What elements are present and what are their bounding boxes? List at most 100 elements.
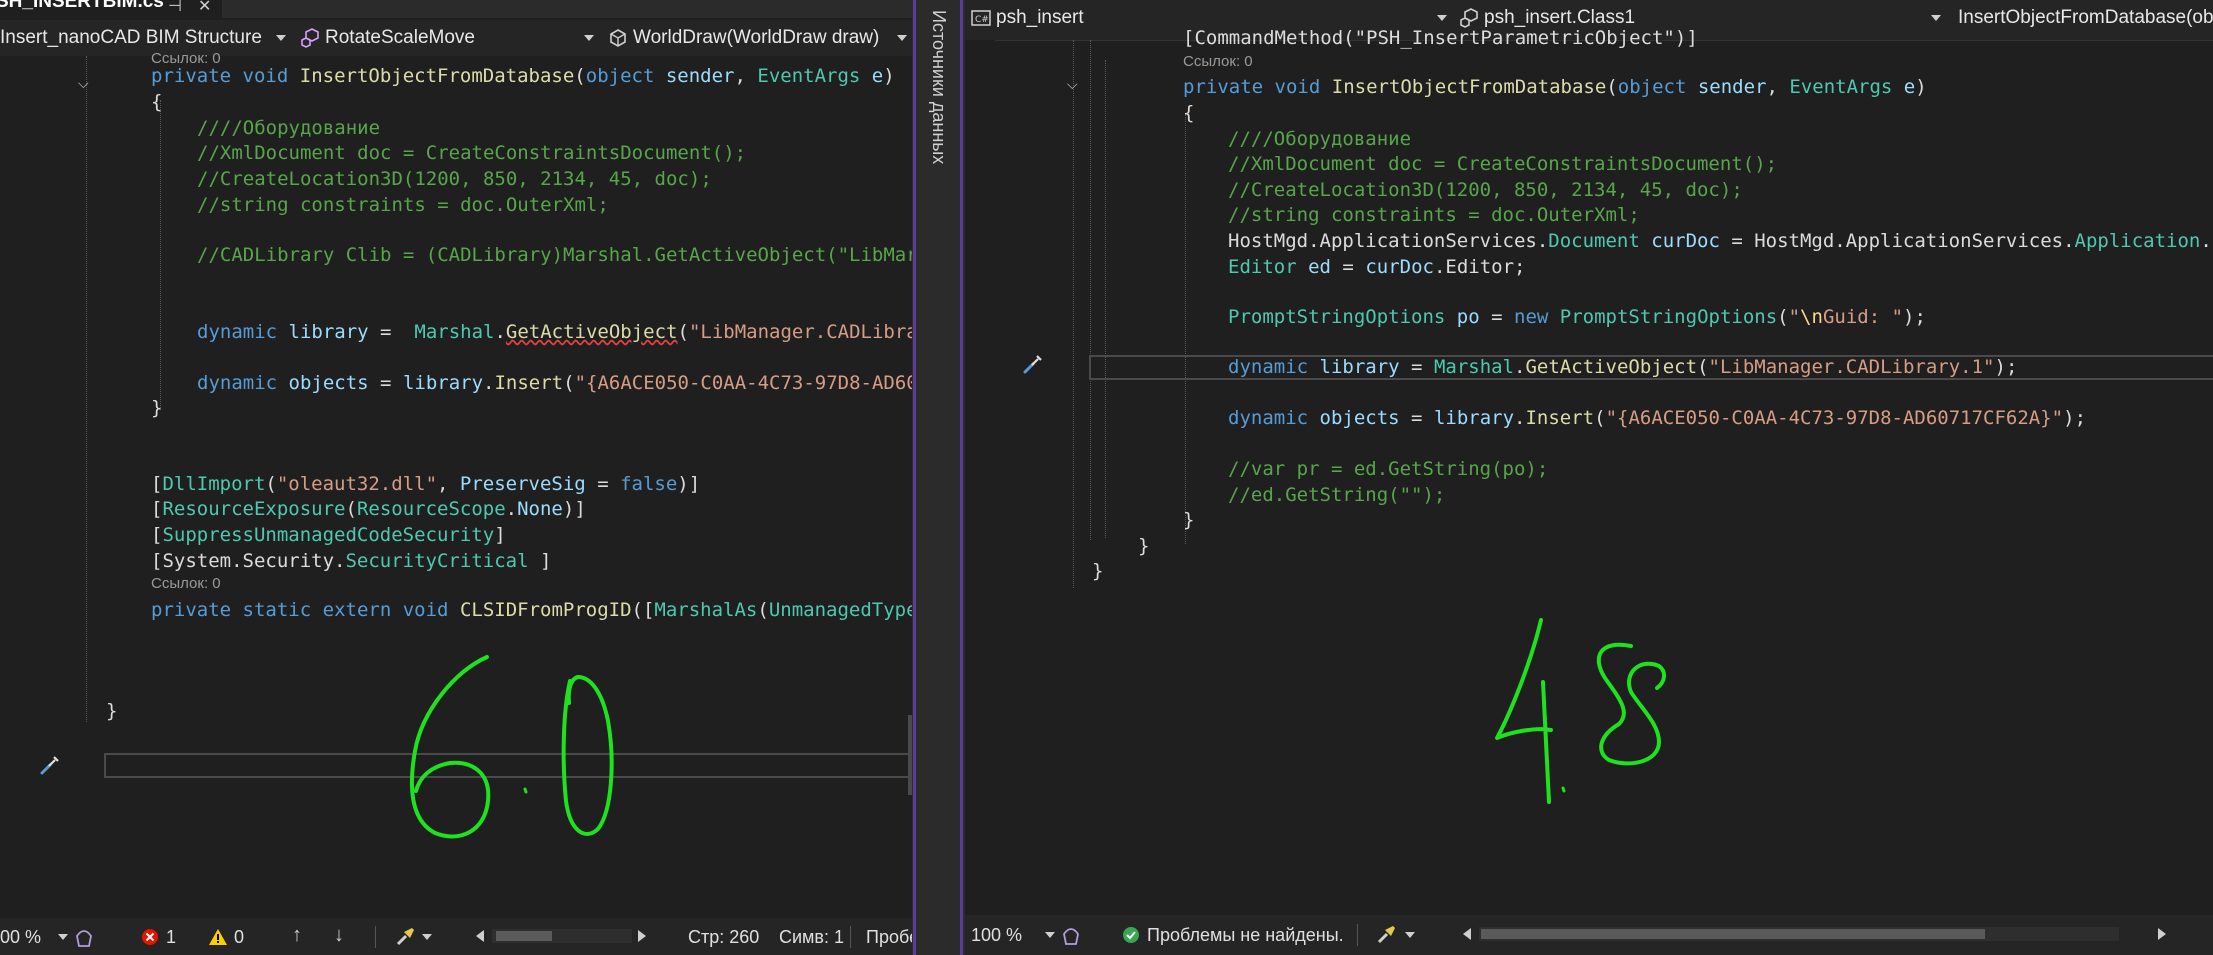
- code-line-editor: Editor ed = curDoc.Editor;: [1228, 256, 1526, 278]
- code-line-brace: }: [1092, 560, 1104, 582]
- splitter-border: [960, 0, 963, 955]
- editor-status-bar-left: 00 % 1 0 ↑ ↓ Стр: 260 Симв: 1 Пробе: [0, 918, 912, 955]
- code-line-document: HostMgd.ApplicationServices.Document cur…: [1228, 230, 2213, 252]
- cursor-column[interactable]: Симв: 1: [779, 927, 844, 948]
- member-dropdown-right[interactable]: InsertObjectFromDatabase(obj: [1953, 4, 2213, 32]
- problems-status[interactable]: Пробе: [866, 927, 912, 948]
- class-dropdown[interactable]: RotateScaleMove: [300, 24, 600, 52]
- code-line-comment: ////Оборудование: [197, 117, 381, 139]
- pin-tab-icon[interactable]: ⊣: [168, 0, 182, 16]
- scroll-right-icon[interactable]: [638, 930, 646, 942]
- code-line-dynamic-library: dynamic library = Marshal.GetActiveObjec…: [197, 321, 912, 343]
- chevron-down-icon: [1437, 15, 1447, 21]
- problems-status[interactable]: Проблемы не найдены.: [1147, 925, 1344, 946]
- cursor-line[interactable]: Стр: 260: [688, 927, 759, 948]
- scroll-left-icon[interactable]: [1463, 928, 1471, 940]
- code-line-brace: {: [151, 91, 163, 113]
- quick-actions-screwdriver-icon[interactable]: [1019, 352, 1045, 378]
- code-editor-left[interactable]: ⌵ Ссылок: 0 private void InsertObjectFro…: [0, 50, 912, 918]
- chevron-down-icon: [276, 35, 286, 41]
- class-icon: [301, 28, 319, 48]
- status-separator: [375, 926, 376, 948]
- code-line-attribute-dllimport: [DllImport("oleaut32.dll", PreserveSig =…: [151, 473, 701, 495]
- arrow-down-icon[interactable]: ↓: [334, 924, 344, 947]
- data-sources-tab[interactable]: Источники данных: [928, 10, 949, 164]
- zoom-dropdown-icon[interactable]: [1045, 932, 1055, 938]
- quick-actions-screwdriver-icon[interactable]: [36, 753, 62, 779]
- collapse-chevron-icon[interactable]: ⌵: [78, 75, 89, 92]
- code-line-attribute-security: [System.Security.SecurityCritical ]: [151, 550, 552, 572]
- outline-guide: [160, 100, 161, 410]
- project-dropdown-value: psh_insert: [996, 7, 1084, 28]
- code-line-comment: //CreateLocation3D(1200, 850, 2134, 45, …: [1228, 179, 1743, 201]
- code-line-comment: //var pr = ed.GetString(po);: [1228, 458, 1549, 480]
- code-line-dynamic-objects: dynamic objects = library.Insert("{A6ACE…: [197, 372, 912, 394]
- code-line-comment: //CreateLocation3D(1200, 850, 2134, 45, …: [197, 168, 712, 190]
- member-dropdown[interactable]: WorldDraw(WorldDraw draw): [608, 24, 912, 52]
- zoom-level[interactable]: 00 %: [0, 927, 41, 948]
- class-dropdown-value: RotateScaleMove: [325, 27, 475, 48]
- right-editor-pane: C# psh_insert psh_insert.Class1 InsertOb…: [965, 0, 2213, 955]
- splitter-border: [913, 0, 916, 955]
- code-line-comment: //string constraints = doc.OuterXml;: [1228, 204, 1640, 226]
- check-circle-icon[interactable]: [1121, 925, 1141, 945]
- zoom-dropdown-icon[interactable]: [58, 934, 68, 940]
- navigation-bar: Insert_nanoCAD BIM Structure RotateScale…: [0, 20, 912, 57]
- code-line-brace: }: [151, 397, 163, 419]
- code-editor-right[interactable]: ⌵ [CommandMethod("PSH_InsertParametricOb…: [965, 27, 2213, 915]
- handwritten-annotation-4-8: [1495, 618, 1666, 804]
- left-editor-pane: SH_INSERTBIM.cs ⊣ ✕ Insert_nanoCAD BIM S…: [0, 0, 912, 955]
- chevron-down-icon: [1931, 15, 1941, 21]
- outline-guide: [1090, 40, 1091, 540]
- code-line-brace: {: [1183, 102, 1195, 124]
- svg-text:C#: C#: [975, 15, 989, 25]
- code-line-attribute-suppress: [SuppressUnmanagedCodeSecurity]: [151, 524, 506, 546]
- status-separator: [1357, 924, 1358, 946]
- code-line-attribute: [CommandMethod("PSH_InsertParametricObje…: [1183, 27, 1698, 49]
- status-separator: [850, 926, 851, 948]
- zoom-level[interactable]: 100 %: [971, 925, 1022, 946]
- code-lens-references[interactable]: Ссылок: 0: [1183, 53, 1253, 70]
- code-cleanup-brush-icon[interactable]: [1375, 924, 1399, 946]
- scroll-left-icon[interactable]: [476, 930, 484, 942]
- horizontal-scrollbar-thumb[interactable]: [496, 931, 552, 941]
- editor-status-bar-right: 100 % Проблемы не найдены.: [965, 915, 2213, 955]
- member-dropdown-value: WorldDraw(WorldDraw draw): [633, 27, 880, 48]
- health-icon[interactable]: [1061, 924, 1081, 946]
- code-line-comment: //XmlDocument doc = CreateConstraintsDoc…: [197, 142, 747, 164]
- cleanup-dropdown-icon[interactable]: [1405, 932, 1415, 938]
- project-dropdown-value: Insert_nanoCAD BIM Structure: [0, 27, 262, 48]
- code-line-brace: }: [1183, 509, 1195, 531]
- warning-count[interactable]: 0: [234, 927, 244, 948]
- close-tab-icon[interactable]: ✕: [198, 0, 211, 16]
- code-line-comment: ////Оборудование: [1228, 128, 1412, 150]
- document-tab-sh-insertbim[interactable]: SH_INSERTBIM.cs: [0, 0, 222, 18]
- arrow-up-icon[interactable]: ↑: [292, 924, 302, 947]
- code-line-extern: private static extern void CLSIDFromProg…: [151, 599, 912, 621]
- code-line-comment: //XmlDocument doc = CreateConstraintsDoc…: [1228, 153, 1778, 175]
- error-icon[interactable]: [140, 927, 160, 947]
- window-splitter[interactable]: Источники данных: [912, 0, 965, 955]
- outline-guide: [1073, 40, 1074, 588]
- horizontal-scrollbar-thumb[interactable]: [1481, 929, 1985, 939]
- member-dropdown-value: InsertObjectFromDatabase(obj: [1958, 7, 2213, 28]
- outline-guide: [86, 56, 87, 722]
- code-line-brace: }: [1138, 535, 1150, 557]
- class-icon: [1460, 8, 1478, 28]
- error-count[interactable]: 1: [166, 927, 176, 948]
- project-dropdown[interactable]: Insert_nanoCAD BIM Structure: [0, 24, 292, 52]
- code-line-comment: //ed.GetString("");: [1228, 484, 1446, 506]
- health-icon[interactable]: [74, 926, 94, 948]
- code-line-comment: //CADLibrary Clib = (CADLibrary)Marshal.…: [197, 244, 912, 266]
- code-lens-references[interactable]: Ссылок: 0: [151, 575, 221, 592]
- code-line-prompt-options: PromptStringOptions po = new PromptStrin…: [1228, 306, 1926, 328]
- collapse-chevron-icon[interactable]: ⌵: [1067, 76, 1078, 93]
- code-cleanup-brush-icon[interactable]: [394, 926, 418, 948]
- code-line-method-signature: private void InsertObjectFromDatabase(ob…: [1183, 76, 1927, 98]
- cleanup-dropdown-icon[interactable]: [422, 934, 432, 940]
- warning-icon[interactable]: [208, 927, 228, 947]
- code-line-dynamic-library: dynamic library = Marshal.GetActiveObjec…: [1228, 356, 2018, 378]
- csharp-project-icon: C#: [971, 10, 991, 26]
- scroll-right-icon[interactable]: [2158, 928, 2166, 940]
- code-line-brace: }: [106, 700, 118, 722]
